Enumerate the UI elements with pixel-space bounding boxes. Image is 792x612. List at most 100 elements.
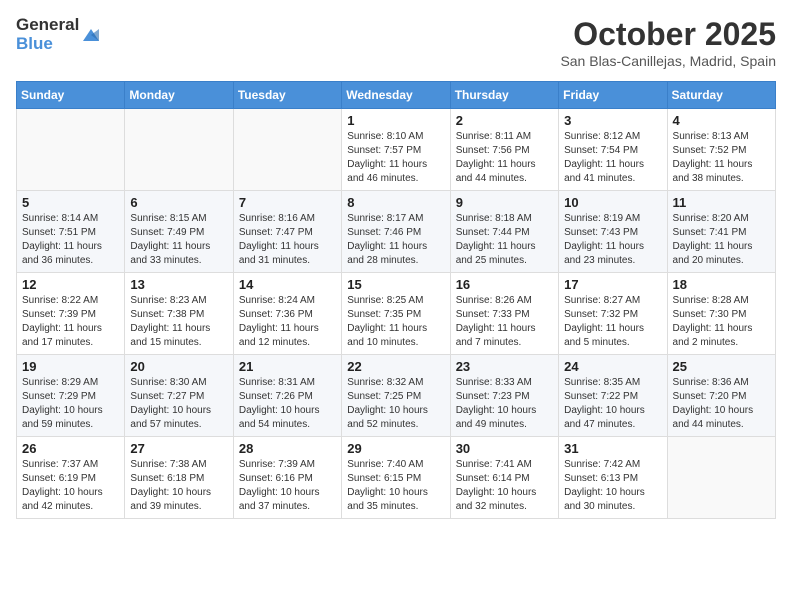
calendar-cell: 4Sunrise: 8:13 AM Sunset: 7:52 PM Daylig… <box>667 109 775 191</box>
calendar-cell: 17 Sunrise: 8:27 AM Sunset: 7:32 PM Dayli… <box>559 273 667 355</box>
location-subtitle: San Blas-Canillejas, Madrid, Spain <box>560 53 776 69</box>
calendar-day-header: Sunday <box>17 82 125 109</box>
day-number: 14 <box>239 277 336 292</box>
calendar-day-header: Wednesday <box>342 82 450 109</box>
day-info: Sunrise: 8:32 AM Sunset: 7:25 PM Dayligh… <box>347 376 444 432</box>
day-number: 3 <box>564 113 661 128</box>
month-title: October 2025 <box>560 16 776 53</box>
day-number: 31 <box>564 441 661 456</box>
day-info: Sunrise: 8:18 AM Sunset: 7:44 PM Dayligh… <box>456 212 553 268</box>
calendar-cell: 22 Sunrise: 8:32 AM Sunset: 7:25 PM Dayli… <box>342 355 450 437</box>
day-info: Sunrise: 8:20 AM Sunset: 7:41 PM Dayligh… <box>673 212 770 268</box>
day-info: Sunrise: 8:25 AM Sunset: 7:35 PM Dayligh… <box>347 294 444 350</box>
day-number: 23 <box>456 359 553 374</box>
day-info: Sunrise: 8:36 AM Sunset: 7:20 PM Dayligh… <box>673 376 770 432</box>
day-number: 16 <box>456 277 553 292</box>
calendar-cell: 9Sunrise: 8:18 AM Sunset: 7:44 PM Daylig… <box>450 191 558 273</box>
calendar-day-header: Friday <box>559 82 667 109</box>
calendar-day-header: Tuesday <box>233 82 341 109</box>
calendar-day-header: Thursday <box>450 82 558 109</box>
calendar-cell: 10Sunrise: 8:19 AM Sunset: 7:43 PM Dayli… <box>559 191 667 273</box>
day-number: 7 <box>239 195 336 210</box>
day-info: Sunrise: 8:23 AM Sunset: 7:38 PM Dayligh… <box>130 294 227 350</box>
calendar-cell: 25 Sunrise: 8:36 AM Sunset: 7:20 PM Dayli… <box>667 355 775 437</box>
calendar-cell: 27 Sunrise: 7:38 AM Sunset: 6:18 PM Dayli… <box>125 437 233 519</box>
calendar-cell: 23 Sunrise: 8:33 AM Sunset: 7:23 PM Dayli… <box>450 355 558 437</box>
calendar-cell <box>17 109 125 191</box>
day-number: 22 <box>347 359 444 374</box>
calendar-week-row: 26 Sunrise: 7:37 AM Sunset: 6:19 PM Dayli… <box>17 437 776 519</box>
day-info: Sunrise: 8:24 AM Sunset: 7:36 PM Dayligh… <box>239 294 336 350</box>
day-number: 19 <box>22 359 119 374</box>
calendar-cell: 20 Sunrise: 8:30 AM Sunset: 7:27 PM Dayli… <box>125 355 233 437</box>
day-info: Sunrise: 8:12 AM Sunset: 7:54 PM Dayligh… <box>564 130 661 186</box>
calendar-cell: 13 Sunrise: 8:23 AM Sunset: 7:38 PM Dayli… <box>125 273 233 355</box>
day-info: Sunrise: 8:17 AM Sunset: 7:46 PM Dayligh… <box>347 212 444 268</box>
day-info: Sunrise: 8:27 AM Sunset: 7:32 PM Dayligh… <box>564 294 661 350</box>
day-info: Sunrise: 8:16 AM Sunset: 7:47 PM Dayligh… <box>239 212 336 268</box>
day-info: Sunrise: 8:13 AM Sunset: 7:52 PM Dayligh… <box>673 130 770 186</box>
calendar-cell: 21Sunrise: 8:31 AM Sunset: 7:26 PM Dayli… <box>233 355 341 437</box>
day-number: 26 <box>22 441 119 456</box>
calendar-week-row: 5Sunrise: 8:14 AM Sunset: 7:51 PM Daylig… <box>17 191 776 273</box>
day-info: Sunrise: 8:26 AM Sunset: 7:33 PM Dayligh… <box>456 294 553 350</box>
calendar-cell: 16 Sunrise: 8:26 AM Sunset: 7:33 PM Dayli… <box>450 273 558 355</box>
calendar-cell: 30 Sunrise: 7:41 AM Sunset: 6:14 PM Dayli… <box>450 437 558 519</box>
day-info: Sunrise: 7:38 AM Sunset: 6:18 PM Dayligh… <box>130 458 227 514</box>
calendar-cell: 1 Sunrise: 8:10 AM Sunset: 7:57 PM Daylig… <box>342 109 450 191</box>
day-info: Sunrise: 7:37 AM Sunset: 6:19 PM Dayligh… <box>22 458 119 514</box>
calendar-cell: 7 Sunrise: 8:16 AM Sunset: 7:47 PM Daylig… <box>233 191 341 273</box>
calendar-cell: 12 Sunrise: 8:22 AM Sunset: 7:39 PM Dayli… <box>17 273 125 355</box>
day-number: 11 <box>673 195 770 210</box>
calendar-cell: 19 Sunrise: 8:29 AM Sunset: 7:29 PM Dayli… <box>17 355 125 437</box>
day-number: 28 <box>239 441 336 456</box>
day-number: 12 <box>22 277 119 292</box>
calendar-day-header: Saturday <box>667 82 775 109</box>
day-number: 27 <box>130 441 227 456</box>
day-number: 24 <box>564 359 661 374</box>
day-info: Sunrise: 8:33 AM Sunset: 7:23 PM Dayligh… <box>456 376 553 432</box>
day-number: 20 <box>130 359 227 374</box>
day-info: Sunrise: 8:29 AM Sunset: 7:29 PM Dayligh… <box>22 376 119 432</box>
calendar-week-row: 1 Sunrise: 8:10 AM Sunset: 7:57 PM Daylig… <box>17 109 776 191</box>
day-info: Sunrise: 8:10 AM Sunset: 7:57 PM Dayligh… <box>347 130 444 186</box>
calendar-cell: 24Sunrise: 8:35 AM Sunset: 7:22 PM Dayli… <box>559 355 667 437</box>
day-info: Sunrise: 7:41 AM Sunset: 6:14 PM Dayligh… <box>456 458 553 514</box>
calendar-cell: 28Sunrise: 7:39 AM Sunset: 6:16 PM Dayli… <box>233 437 341 519</box>
day-info: Sunrise: 8:30 AM Sunset: 7:27 PM Dayligh… <box>130 376 227 432</box>
day-number: 25 <box>673 359 770 374</box>
title-area: October 2025 San Blas-Canillejas, Madrid… <box>560 16 776 69</box>
day-number: 29 <box>347 441 444 456</box>
calendar-header-row: SundayMondayTuesdayWednesdayThursdayFrid… <box>17 82 776 109</box>
logo-blue-text: Blue <box>16 35 79 54</box>
day-info: Sunrise: 8:22 AM Sunset: 7:39 PM Dayligh… <box>22 294 119 350</box>
calendar-cell: 3 Sunrise: 8:12 AM Sunset: 7:54 PM Daylig… <box>559 109 667 191</box>
logo-icon <box>81 25 101 45</box>
calendar-cell: 29 Sunrise: 7:40 AM Sunset: 6:15 PM Dayli… <box>342 437 450 519</box>
calendar-cell: 6Sunrise: 8:15 AM Sunset: 7:49 PM Daylig… <box>125 191 233 273</box>
logo-general-text: General <box>16 16 79 35</box>
calendar-cell: 14 Sunrise: 8:24 AM Sunset: 7:36 PM Dayli… <box>233 273 341 355</box>
day-number: 10 <box>564 195 661 210</box>
calendar-cell: 26 Sunrise: 7:37 AM Sunset: 6:19 PM Dayli… <box>17 437 125 519</box>
day-number: 8 <box>347 195 444 210</box>
calendar-table: SundayMondayTuesdayWednesdayThursdayFrid… <box>16 81 776 519</box>
calendar-cell <box>667 437 775 519</box>
day-number: 6 <box>130 195 227 210</box>
day-number: 30 <box>456 441 553 456</box>
page-header: General Blue October 2025 San Blas-Canil… <box>16 16 776 69</box>
calendar-day-header: Monday <box>125 82 233 109</box>
day-number: 15 <box>347 277 444 292</box>
logo: General Blue <box>16 16 101 53</box>
calendar-cell: 5Sunrise: 8:14 AM Sunset: 7:51 PM Daylig… <box>17 191 125 273</box>
day-number: 21 <box>239 359 336 374</box>
day-number: 13 <box>130 277 227 292</box>
day-number: 1 <box>347 113 444 128</box>
day-info: Sunrise: 8:28 AM Sunset: 7:30 PM Dayligh… <box>673 294 770 350</box>
calendar-cell: 8 Sunrise: 8:17 AM Sunset: 7:46 PM Daylig… <box>342 191 450 273</box>
day-info: Sunrise: 7:42 AM Sunset: 6:13 PM Dayligh… <box>564 458 661 514</box>
day-info: Sunrise: 8:11 AM Sunset: 7:56 PM Dayligh… <box>456 130 553 186</box>
calendar-cell <box>233 109 341 191</box>
day-number: 17 <box>564 277 661 292</box>
day-info: Sunrise: 7:40 AM Sunset: 6:15 PM Dayligh… <box>347 458 444 514</box>
